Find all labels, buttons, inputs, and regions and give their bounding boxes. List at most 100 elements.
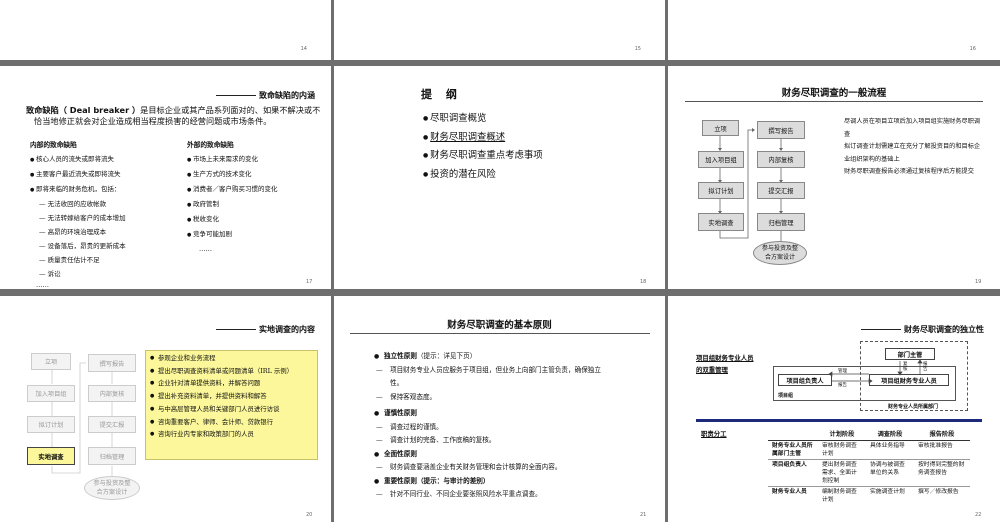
list-item: 提出尽职调查资料清单或问题清单（IRL 示例） [150,365,314,378]
list-item: 竞争可能加剧 [187,227,277,242]
list-item: 拟订调查计划需建立在充分了解投资目的和目标企业组织架构的基础上 [844,143,981,163]
list-item: 咨询行业内专家和政策部门的人员 [150,428,314,441]
slide-16: 16 [668,0,1000,60]
flow-step-submit: 提交汇报 [88,416,136,433]
flow-step-fieldwork: 实地调查 [698,213,744,231]
duty-table: 计划阶段 调查阶段 报告阶段 财务专业人员所属部门主管 审核财务调查计划 具体业… [768,430,970,505]
list-item: 参观企业和业务流程 [150,352,314,365]
list-item: 市场上未来需求的变化 [187,152,277,167]
definition-term: 致命缺陷（ Deal breaker ） [26,105,141,115]
org-label-report-up: 报告 [923,362,928,372]
definition-text: 致命缺陷（ Deal breaker ）是目标企业或其产品系列面对的、如果不解决… [26,105,321,126]
table-header [768,430,818,441]
list-item: 企业针对清单提供资料，并解答问题 [150,377,314,390]
table-header: 计划阶段 [818,430,866,441]
outline-title: 提 纲 [421,88,462,101]
outline-item[interactable]: 财务尽职调查重点考虑事项 [423,147,543,166]
org-label-review: 复核 [903,362,908,372]
flow-step-write-report: 撰写报告 [88,354,136,372]
list-more: …… [199,245,212,253]
table-header: 报告阶段 [914,430,970,441]
principle-detail: 财务调查要涵盖企业有关财务管理和会计核算的全面内容。 [374,461,624,475]
principles-list: 独立性原则（提示：详见下页） 项目财务专业人员应服务于项目组，但业务上向部门主管… [374,350,624,502]
slide-header: 致命缺陷的内涵 [216,90,315,101]
page-number: 20 [306,512,313,518]
flow-step-initiation: 立项 [702,120,739,136]
flow-step-fieldwork-current: 实地调查 [27,447,75,465]
flow-step-internal-review: 内部复核 [88,385,136,402]
org-label-group: 项目组 [778,393,794,399]
page-number: 15 [634,46,641,52]
principle-materiality: 重要性原则（提示：与审计的差别） [374,475,624,489]
table-row: 财务专业人员所属部门主管 审核财务调查计划 具体业务指导 审核批准报告 [768,440,970,460]
page-number: 16 [969,46,976,52]
list-item: 咨询重要客户、律师、会计师、贷款银行 [150,416,314,429]
flow-step-submit: 提交汇报 [757,182,805,199]
list-item: 无法收回的应收帐款 [30,197,126,211]
outline-item[interactable]: 投资的潜在风险 [423,166,543,185]
page-number: 17 [306,279,313,285]
list-item: 高昂的环境治理成本 [30,225,126,239]
list-item: 即将来临的财务危机，包括： [30,182,126,197]
outline-item-current[interactable]: 财务尽职调查概述 [423,129,543,148]
blue-divider [696,419,982,422]
list-item: 质量责任估计不足 [30,253,126,267]
org-label-report: 报告 [838,383,847,388]
list-item: 财务尽职调查报告必须通过复核程序后方能提交 [844,168,974,175]
page-number: 19 [975,279,982,285]
table-row: 财务专业人员 编制财务调查计划 实施调查计划 撰写／修改报告 [772,489,959,503]
list-item: 无法转嫁给客户的成本增加 [30,211,126,225]
internal-defects: 内部的致命缺陷 核心人员的流失或即将流失 主要客户最近流失或即将流失 即将来临的… [30,138,126,290]
list-item: 消费者／客户购买习惯的变化 [187,182,278,197]
principle-prudence: 谨慎性原则 [374,407,624,421]
flow-step-write-report: 撰写报告 [757,121,805,139]
list-item: 设备落后，昂贵的更新成本 [30,239,126,253]
list-item: 尽调人员在项目立项后加入项目组实施财务尽职调查 [844,118,981,138]
principle-detail: 针对不同行业、不同企业要张照风险水平重点调查。 [374,488,624,502]
list-item: 与中高层管理人员和关键部门人员进行访谈 [150,403,314,416]
flow-step-plan: 拟订计划 [698,182,744,199]
table-row: 项目组负责人 提出财务调查需求、全面计划控制 协调与被调查单位的关系 按时得到完… [768,459,970,487]
flow-step-integration: 参与投资及整合方案设计 [753,241,807,265]
page-number: 22 [975,512,982,518]
external-defects-title: 外部的致命缺陷 [187,141,234,149]
slide-15: 15 [334,0,665,60]
internal-defects-title: 内部的致命缺陷 [30,141,77,149]
principle-detail: 项目财务专业人员应服务于项目组，但业务上向部门主管负责，确保独立性。 [374,364,609,391]
principle-detail: 调查过程的谨慎。 [374,421,624,435]
page-number: 18 [640,279,647,285]
list-item: 政府管制 [187,197,277,212]
page-number: 14 [300,46,307,52]
list-item: 核心人员的流失或即将流失 [30,152,126,167]
flow-step-join-team: 加入项目组 [27,385,75,402]
flow-step-internal-review: 内部复核 [757,151,805,168]
org-label-manage: 管理 [838,369,847,374]
process-notes: 尽调人员在项目立项后加入项目组实施财务尽职调查 拟订调查计划需建立在充分了解投资… [844,116,982,179]
outline-item[interactable]: 尽职调查概览 [423,110,543,129]
principle-detail: 调查计划的完备、工作底稿的复核。 [374,434,624,448]
principle-independence: 独立性原则（提示：详见下页） [374,350,624,364]
flow-step-archive: 归档管理 [88,447,136,465]
principle-detail: 保持客观态度。 [374,391,624,405]
slide-title: 财务尽职调查的基本原则 [447,320,552,331]
org-label-dept: 财务专业人员所属部门 [888,404,939,410]
list-item: 提出补充资料清单，并提供资料和解答 [150,390,314,403]
principle-comprehensiveness: 全面性原则 [374,448,624,462]
external-defects: 外部的致命缺陷 市场上未来需求的变化 生产方式的技术变化 消费者／客户购买习惯的… [187,138,277,256]
flow-step-archive: 归档管理 [757,213,805,231]
flow-step-join-team: 加入项目组 [698,151,744,168]
page-number: 21 [640,512,647,518]
flow-step-initiation: 立项 [31,353,71,370]
list-item: 主要客户最近流失或即将流失 [30,167,126,182]
flow-step-integration: 参与投资及整合方案设计 [84,476,140,500]
flow-step-plan: 拟订计划 [27,416,75,433]
fieldwork-content-list: 参观企业和业务流程 提出尽职调查资料清单或问题清单（IRL 示例） 企业针对清单… [145,350,318,460]
outline-list: 尽职调查概览 财务尽职调查概述 财务尽职调查重点考虑事项 投资的潜在风险 [423,110,543,184]
list-item: 诉讼 [30,267,126,281]
list-more: …… [36,281,49,289]
title-divider [350,333,650,334]
slide-14: 14 [0,0,331,60]
list-item: 生产方式的技术变化 [187,167,277,182]
list-item: 税收变化 [187,212,277,227]
table-header: 调查阶段 [866,430,914,441]
